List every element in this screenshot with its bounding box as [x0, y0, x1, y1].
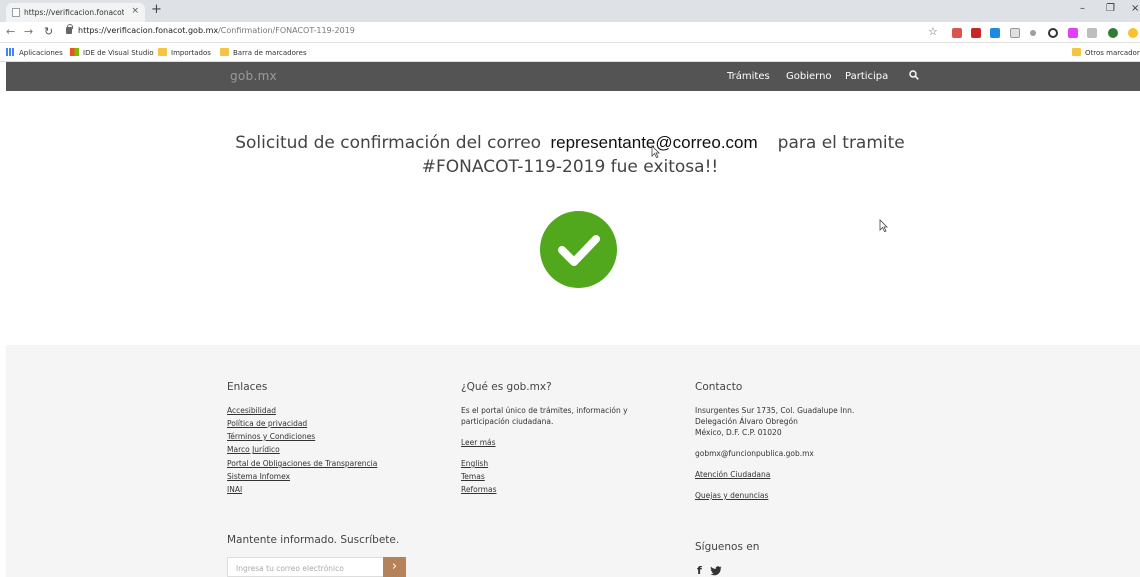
- bookmark-visual-studio[interactable]: IDE de Visual Studio: [70, 48, 154, 57]
- success-check-icon: [540, 211, 617, 288]
- folder-icon: [220, 48, 229, 56]
- footer-address: Insurgentes Sur 1735, Col. Guadalupe Inn…: [695, 406, 855, 415]
- footer-que-es-text: Es el portal único de trámites, informac…: [461, 406, 628, 415]
- facebook-icon[interactable]: f: [697, 564, 702, 577]
- footer-link-inai[interactable]: INAI: [227, 485, 242, 494]
- new-tab-button[interactable]: +: [151, 2, 162, 17]
- visual-studio-icon: [70, 48, 79, 56]
- footer-address: México, D.F. C.P. 01020: [695, 428, 782, 437]
- bookmark-otros-marcadores[interactable]: Otros marcadores: [1072, 48, 1140, 57]
- browser-tab[interactable]: https://verificacion.fonacot.gob.m ×: [6, 3, 145, 22]
- search-icon[interactable]: [909, 70, 919, 80]
- footer-contacto-title: Contacto: [695, 381, 743, 393]
- footer-link-terminos[interactable]: Términos y Condiciones: [227, 432, 315, 441]
- footer-address: Delegación Álvaro Obregón: [695, 417, 798, 426]
- footer-link-reformas[interactable]: Reformas: [461, 485, 496, 494]
- tab-title: https://verificacion.fonacot.gob.m: [24, 8, 124, 17]
- bookmark-importados[interactable]: Importados: [158, 48, 211, 57]
- extension-icon[interactable]: [990, 28, 1000, 38]
- footer-enlaces-title: Enlaces: [227, 381, 268, 393]
- bookmark-star-icon[interactable]: ☆: [928, 25, 938, 38]
- url-input[interactable]: https://verificacion.fonacot.gob.mx/Conf…: [66, 24, 946, 41]
- profile-avatar[interactable]: [1108, 28, 1118, 38]
- page-favicon-icon: [12, 8, 20, 17]
- reload-icon[interactable]: ↻: [44, 25, 53, 38]
- extension-icon[interactable]: [952, 28, 962, 38]
- footer-link-marco-juridico[interactable]: Marco Jurídico: [227, 445, 280, 454]
- folder-icon: [1072, 48, 1081, 56]
- forward-arrow-icon[interactable]: →: [24, 25, 33, 38]
- footer-link-leer-mas[interactable]: Leer más: [461, 438, 496, 447]
- apps-grid-icon: [6, 48, 15, 56]
- gobmx-logo[interactable]: gob.mx: [230, 69, 277, 83]
- site-footer: Enlaces Accesibilidad Política de privac…: [6, 345, 1140, 577]
- mouse-cursor-icon: [651, 145, 660, 158]
- extension-icon[interactable]: [1030, 30, 1036, 36]
- extension-icon[interactable]: [1068, 28, 1078, 38]
- bookmarks-bar: Aplicaciones IDE de Visual Studio Import…: [0, 43, 1140, 62]
- bookmark-apps[interactable]: Aplicaciones: [6, 48, 63, 57]
- nav-participa[interactable]: Participa: [845, 71, 888, 82]
- footer-que-es-text: participación ciudadana.: [461, 417, 554, 426]
- extension-icon[interactable]: [1087, 28, 1097, 38]
- footer-link-accesibilidad[interactable]: Accesibilidad: [227, 406, 276, 415]
- minimize-icon[interactable]: –: [1080, 3, 1085, 14]
- footer-link-quejas[interactable]: Quejas y denuncias: [695, 491, 768, 500]
- footer-link-transparencia[interactable]: Portal de Obligaciones de Transparencia: [227, 459, 377, 468]
- footer-link-english[interactable]: English: [461, 459, 488, 468]
- folder-icon: [158, 48, 167, 56]
- window-close-icon[interactable]: ×: [1131, 3, 1139, 14]
- confirmed-email: representante@correo.com: [550, 133, 758, 152]
- extension-icon[interactable]: [1128, 28, 1138, 38]
- footer-link-privacidad[interactable]: Política de privacidad: [227, 419, 307, 428]
- nav-tramites[interactable]: Trámites: [727, 71, 770, 82]
- close-tab-icon[interactable]: ×: [131, 6, 139, 16]
- subscribe-email-input[interactable]: Ingresa tu correo electrónico: [227, 557, 385, 577]
- footer-que-es-title: ¿Qué es gob.mx?: [461, 381, 552, 393]
- nav-gobierno[interactable]: Gobierno: [786, 71, 832, 82]
- confirmation-message-line-2: #FONACOT-119-2019 fue exitosa!!: [421, 157, 719, 177]
- footer-subscribe-title: Mantente informado. Suscríbete.: [227, 534, 400, 546]
- extension-icon[interactable]: [971, 28, 981, 38]
- footer-link-infomex[interactable]: Sistema Infomex: [227, 472, 290, 481]
- footer-link-temas[interactable]: Temas: [461, 472, 485, 481]
- extension-icon[interactable]: [1010, 28, 1020, 38]
- browser-tab-strip: https://verificacion.fonacot.gob.m × + –…: [0, 0, 1140, 22]
- twitter-icon[interactable]: [710, 566, 722, 576]
- bookmark-barra-de-marcadores[interactable]: Barra de marcadores: [220, 48, 307, 57]
- confirmation-message-line-1: Solicitud de confirmación del correo rep…: [235, 133, 905, 153]
- footer-contact-email: gobmx@funcionpublica.gob.mx: [695, 449, 814, 458]
- restore-icon[interactable]: ❐: [1106, 3, 1115, 14]
- lock-icon: [66, 24, 73, 34]
- footer-social-title: Síguenos en: [695, 541, 760, 553]
- url-text: https://verificacion.fonacot.gob.mx/Conf…: [78, 26, 355, 35]
- site-header: gob.mx Trámites Gobierno Participa: [6, 62, 1140, 91]
- extension-icon[interactable]: [1048, 28, 1058, 38]
- address-toolbar: ← → ↻ https://verificacion.fonacot.gob.m…: [0, 22, 1140, 43]
- subscribe-submit-button[interactable]: ›: [383, 557, 406, 577]
- mouse-cursor-icon: [879, 219, 888, 232]
- back-arrow-icon[interactable]: ←: [6, 25, 15, 38]
- footer-link-atencion[interactable]: Atención Ciudadana: [695, 470, 770, 479]
